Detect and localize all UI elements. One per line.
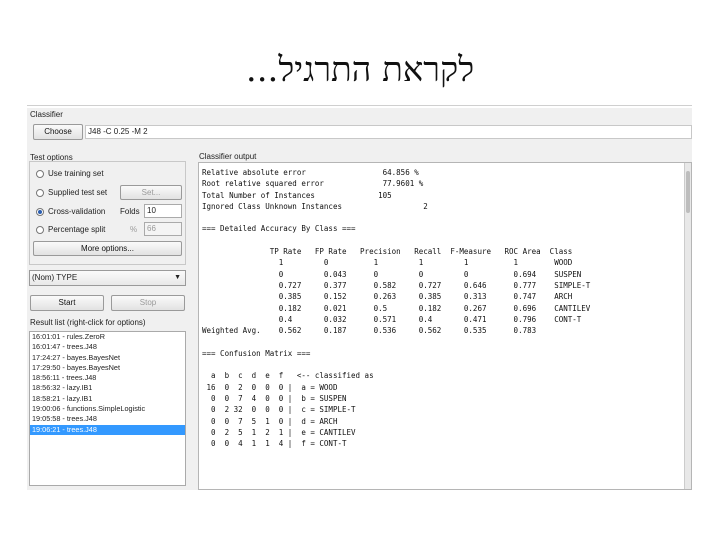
percentage-input[interactable]: 66 [144,222,182,236]
divider [27,105,692,106]
output-scroll-thumb[interactable] [686,171,690,213]
use-training-set-radio[interactable] [36,170,44,178]
result-list-item[interactable]: 19:05:58 - trees.J48 [30,414,185,424]
set-button[interactable]: Set... [120,185,182,200]
chevron-down-icon: ▼ [174,274,181,281]
classifier-config-field[interactable]: J48 -C 0.25 -M 2 [85,125,692,139]
stop-button[interactable]: Stop [111,295,185,311]
supplied-test-set-radio[interactable] [36,189,44,197]
more-options-button[interactable]: More options... [33,241,182,256]
result-list[interactable]: 16:01:01 - rules.ZeroR 16:01:47 - trees.J… [29,331,186,486]
percentage-split-radio[interactable] [36,226,44,234]
result-list-item[interactable]: 18:58:21 - lazy.IB1 [30,394,185,404]
classifier-output-text: Relative absolute error 64.856 % Root re… [202,168,591,449]
use-training-set-label: Use training set [48,169,104,178]
result-list-label: Result list (right-click for options) [30,318,146,327]
weka-classify-panel: Classifier Choose J48 -C 0.25 -M 2 Test … [27,108,692,490]
choose-button[interactable]: Choose [33,124,83,140]
result-list-item[interactable]: 16:01:01 - rules.ZeroR [30,332,185,342]
result-list-item[interactable]: 19:00:06 - functions.SimpleLogistic [30,404,185,414]
percent-label: % [130,225,138,234]
result-list-item[interactable]: 18:56:11 - trees.J48 [30,373,185,383]
result-items: 16:01:01 - rules.ZeroR 16:01:47 - trees.J… [30,332,185,435]
cross-validation-radio[interactable] [36,208,44,216]
percentage-split-label: Percentage split [48,225,106,234]
classifier-output-label: Classifier output [199,152,257,161]
folds-label: Folds [120,207,140,216]
result-list-item[interactable]: 17:24:27 - bayes.BayesNet [30,353,185,363]
supplied-test-set-label: Supplied test set [48,188,108,197]
slide-title: לקראת התרגיל... [245,50,475,90]
classifier-section-label: Classifier [30,110,63,119]
result-list-item[interactable]: 17:29:50 - bayes.BayesNet [30,363,185,373]
result-list-item[interactable]: 19:06:21 - trees.J48 [30,424,185,435]
output-scrollbar[interactable] [684,163,691,489]
cross-validation-label: Cross-validation [48,207,106,216]
classifier-output-panel[interactable]: Relative absolute error 64.856 % Root re… [198,162,692,490]
start-button[interactable]: Start [30,295,104,311]
result-list-item[interactable]: 16:01:47 - trees.J48 [30,342,185,352]
folds-input[interactable]: 10 [144,204,182,218]
class-attribute-select[interactable]: (Nom) TYPE ▼ [29,270,186,286]
class-attribute-value: (Nom) TYPE [32,273,78,282]
result-list-item[interactable]: 18:56:32 - lazy.IB1 [30,383,185,393]
